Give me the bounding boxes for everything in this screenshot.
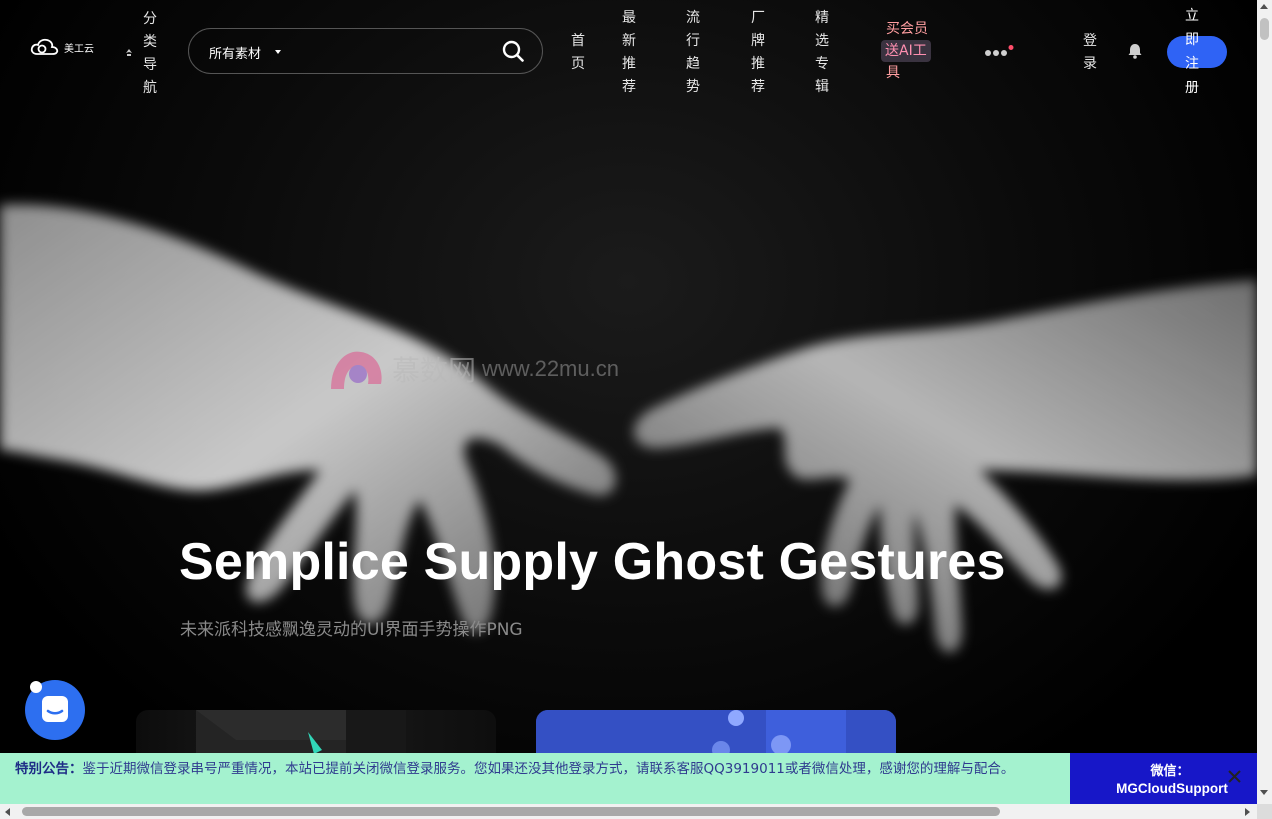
site-logo[interactable]: 美工云	[30, 38, 94, 56]
cloud-logo-icon	[30, 38, 59, 55]
vertical-scrollbar[interactable]	[1257, 0, 1272, 804]
category-nav-link[interactable]: 分类导航	[142, 8, 158, 100]
watermark-logo-icon	[331, 351, 382, 389]
notice-label: 特别公告：	[15, 761, 83, 777]
nav-latest[interactable]: 最新推荐	[621, 7, 637, 99]
nav-albums[interactable]: 精选专辑	[814, 7, 830, 99]
vip-promo-line2: 送AI工	[881, 40, 931, 62]
page: 慕数网 www.22mu.cn 美工云 分类导航 所有素材 首页 最新推荐 流行	[0, 0, 1257, 804]
nav-brands[interactable]: 厂牌推荐	[750, 7, 766, 99]
notice-bar: 特别公告：鉴于近期微信登录串号严重情况，本站已提前关闭微信登录服务。您如果还没其…	[0, 753, 1070, 804]
nav-trending[interactable]: 流行趋势	[685, 7, 701, 99]
watermark-text: 慕数网	[392, 354, 477, 387]
notification-dot-icon	[1008, 45, 1014, 50]
register-label: 立即注册	[1185, 8, 1199, 96]
search-input[interactable]	[299, 39, 493, 65]
vip-promo-line1: 买会员	[886, 21, 928, 37]
vip-promo[interactable]: 买会员 送AI工 具	[880, 18, 942, 84]
nav-home[interactable]: 首页	[570, 30, 586, 76]
hero-title: Semplice Supply Ghost Gestures	[179, 533, 1006, 591]
chat-status-dot	[30, 681, 42, 693]
login-link[interactable]: 登录	[1082, 30, 1098, 76]
watermark: 慕数网 www.22mu.cn	[326, 344, 619, 394]
logo-text: 美工云	[64, 43, 94, 55]
bell-icon[interactable]	[1126, 42, 1144, 60]
scroll-down-icon[interactable]	[1260, 790, 1268, 795]
notice-message: 鉴于近期微信登录串号严重情况，本站已提前关闭微信登录服务。您如果还没其他登录方式…	[82, 761, 1015, 777]
search-icon[interactable]	[502, 40, 524, 62]
search-bar: 所有素材	[188, 28, 543, 74]
scroll-left-icon[interactable]	[5, 808, 10, 816]
vertical-scroll-thumb[interactable]	[1260, 18, 1269, 40]
hero-subtitle: 未来派科技感飘逸灵动的UI界面手势操作PNG	[180, 620, 523, 640]
hero-hands-image	[0, 204, 1257, 653]
top-header: 美工云 分类导航 所有素材 首页 最新推荐 流行趋势 厂牌推荐 精选专辑 买会员…	[0, 0, 1257, 104]
close-icon[interactable]	[1227, 769, 1242, 784]
horizontal-scroll-thumb[interactable]	[22, 807, 1000, 816]
more-dots-icon[interactable]	[983, 45, 1017, 61]
caret-down-icon	[275, 50, 281, 54]
scroll-up-icon[interactable]	[1260, 4, 1268, 9]
search-scope-dropdown[interactable]: 所有素材	[209, 43, 261, 62]
notice-text: 特别公告：鉴于近期微信登录串号严重情况，本站已提前关闭微信登录服务。您如果还没其…	[15, 759, 1055, 779]
watermark-url: www.22mu.cn	[482, 356, 619, 381]
hero-banner[interactable]	[0, 0, 1257, 804]
category-nav-icon[interactable]	[124, 48, 134, 58]
scroll-right-icon[interactable]	[1245, 808, 1250, 816]
vip-promo-line3: 具	[886, 65, 900, 81]
scrollbar-corner	[1257, 804, 1272, 819]
